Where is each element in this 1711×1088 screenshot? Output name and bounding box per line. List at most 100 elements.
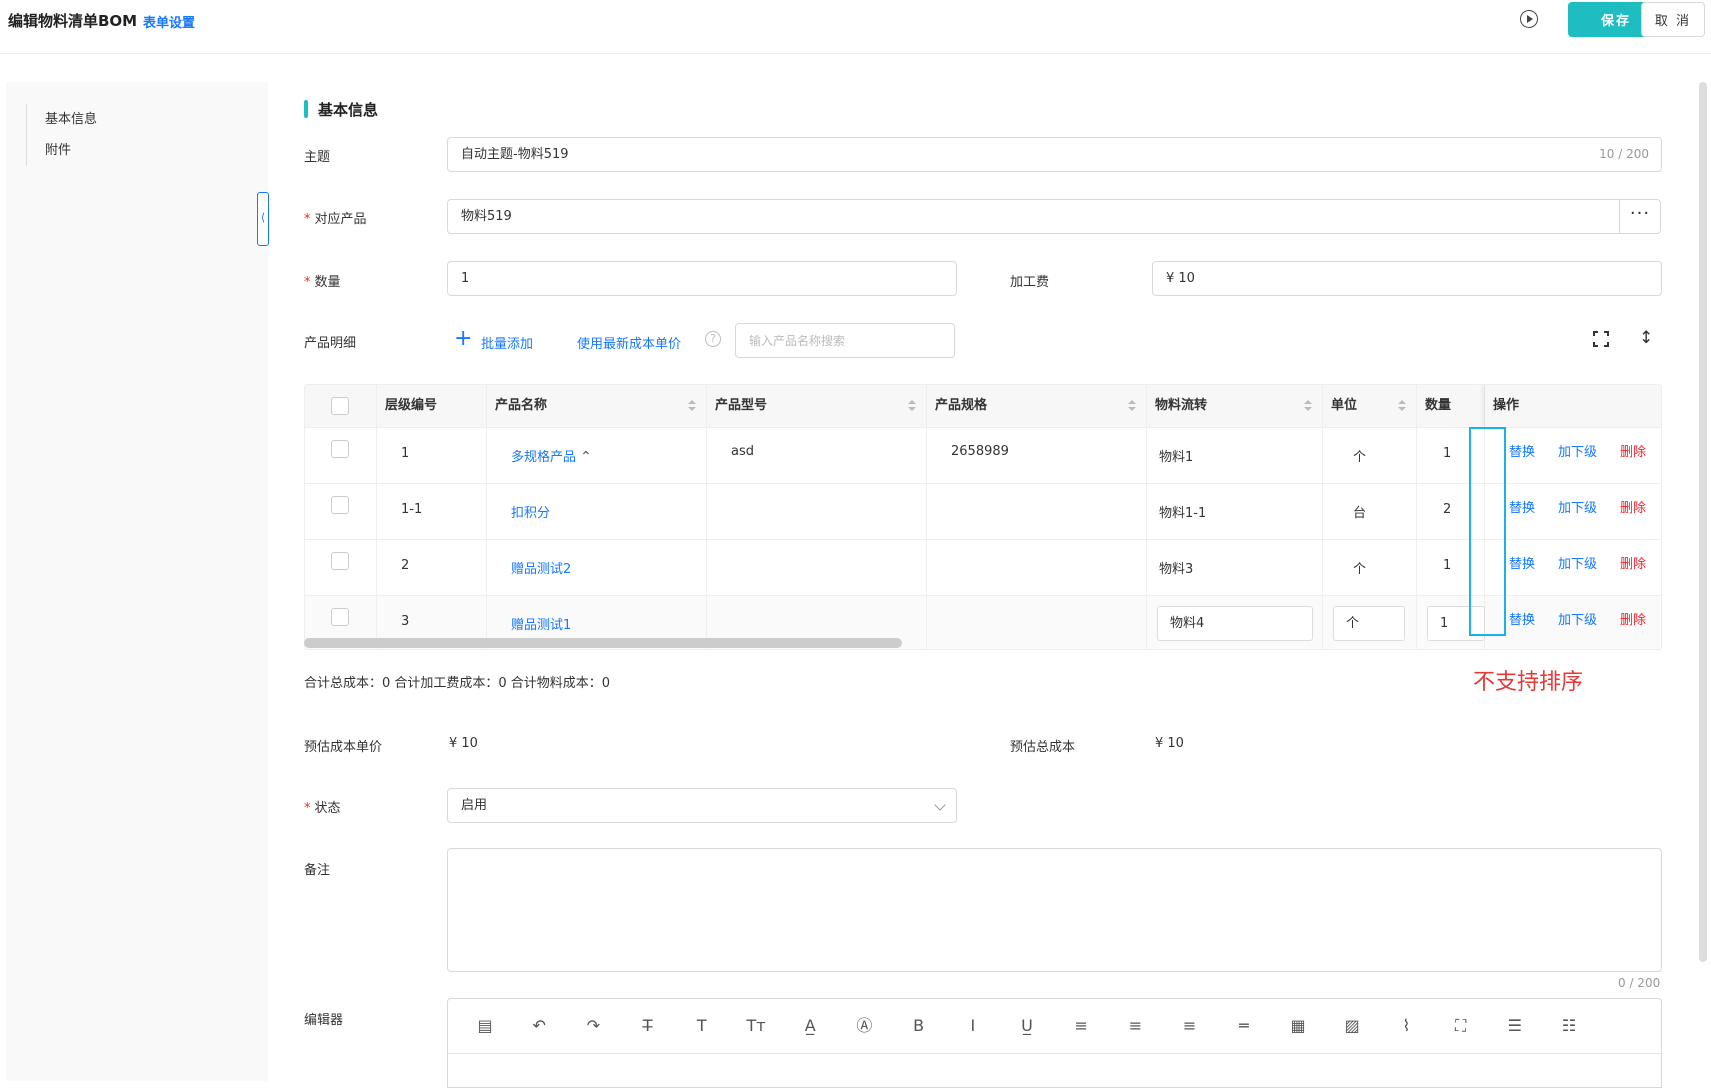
form-settings-link[interactable]: 表单设置	[143, 12, 195, 31]
image-icon[interactable]: ▨	[1341, 1015, 1363, 1037]
delete-link[interactable]: 删除	[1620, 497, 1646, 516]
sort-icon[interactable]	[908, 400, 916, 412]
hr-icon[interactable]: ═	[1233, 1015, 1255, 1037]
add-child-link[interactable]: 加下级	[1558, 497, 1597, 516]
processing-fee-value: ¥ 10	[1166, 271, 1195, 286]
fullscreen-icon[interactable]	[1593, 331, 1609, 347]
delete-link[interactable]: 删除	[1620, 553, 1646, 572]
font-size-icon[interactable]: Tт	[745, 1015, 767, 1037]
header-level[interactable]: 层级编号	[377, 385, 487, 427]
header-unit[interactable]: 单位	[1323, 385, 1417, 427]
redo-icon[interactable]: ↷	[582, 1015, 604, 1037]
double-chevron-up-icon[interactable]: ⌃	[580, 449, 592, 465]
vertical-resize-icon[interactable]: ↕	[1639, 328, 1653, 348]
cell-operations: 替换 加下级 删除	[1485, 540, 1661, 596]
processing-fee-input[interactable]: ¥ 10	[1152, 261, 1662, 296]
subject-input[interactable]: 自动主题-物料519 10 / 200	[447, 137, 1662, 172]
replace-link[interactable]: 替换	[1509, 609, 1535, 628]
status-label: * 状态	[304, 801, 341, 816]
cell-unit: 台	[1323, 484, 1417, 540]
ordered-list-icon[interactable]: ☰	[1504, 1015, 1526, 1037]
rich-text-editor[interactable]: ▤ ↶ ↷ T̶ T Tт A̲ Ⓐ B I U̲ ≡ ≡ ≡ ═ ▦ ▨ ⌇ ⛶ ☰ ☷	[447, 998, 1662, 1088]
unordered-list-icon[interactable]: ☷	[1558, 1015, 1580, 1037]
attachment-icon[interactable]: ⌇	[1395, 1015, 1417, 1037]
align-right-icon[interactable]: ≡	[1179, 1015, 1201, 1037]
more-options-button[interactable]: ···	[1619, 199, 1661, 234]
align-left-icon[interactable]: ≡	[1070, 1015, 1092, 1037]
chevron-down-icon	[934, 799, 946, 811]
bg-color-icon[interactable]: Ⓐ	[853, 1015, 875, 1037]
plus-icon[interactable]: +	[454, 328, 472, 350]
underline-icon[interactable]: U̲	[1016, 1015, 1038, 1037]
unit-input[interactable]: 个	[1333, 606, 1405, 641]
header-material-flow[interactable]: 物料流转	[1147, 385, 1323, 427]
product-input[interactable]: 物料519	[447, 199, 1620, 234]
header-product-model[interactable]: 产品型号	[707, 385, 927, 427]
cell-product-name[interactable]: 多规格产品 ⌃	[487, 428, 707, 484]
table-row: 1 多规格产品 ⌃ asd 2658989 物料1 个 1 替换 加下级 删除	[305, 427, 1661, 484]
totals-summary: 合计总成本：0 合计加工费成本：0 合计物料成本：0	[304, 676, 611, 691]
sort-icon[interactable]	[1398, 400, 1406, 412]
replace-link[interactable]: 替换	[1509, 497, 1535, 516]
vertical-scrollbar[interactable]	[1699, 82, 1707, 962]
row-checkbox[interactable]	[331, 496, 349, 514]
editor-toolbar: ▤ ↶ ↷ T̶ T Tт A̲ Ⓐ B I U̲ ≡ ≡ ≡ ═ ▦ ▨ ⌇ ⛶ ☰ ☷	[448, 999, 1661, 1054]
row-checkbox[interactable]	[331, 440, 349, 458]
align-center-icon[interactable]: ≡	[1124, 1015, 1146, 1037]
delete-link[interactable]: 删除	[1620, 609, 1646, 628]
add-child-link[interactable]: 加下级	[1558, 441, 1597, 460]
header-product-name[interactable]: 产品名称	[487, 385, 707, 427]
italic-icon[interactable]: I	[962, 1015, 984, 1037]
replace-link[interactable]: 替换	[1509, 553, 1535, 572]
material-flow-input[interactable]: 物料4	[1157, 606, 1313, 641]
cell-level: 2	[377, 540, 487, 596]
sort-icon[interactable]	[1304, 400, 1312, 412]
bold-icon[interactable]: B	[908, 1015, 930, 1037]
row-checkbox[interactable]	[331, 552, 349, 570]
cell-level: 1-1	[377, 484, 487, 540]
cell-product-name[interactable]: 扣积分	[487, 484, 707, 540]
product-detail-label: 产品明细	[304, 336, 357, 351]
est-total-cost-label: 预估总成本	[1010, 740, 1076, 755]
strikethrough-icon[interactable]: T̶	[637, 1015, 659, 1037]
annotation-highlight-box	[1469, 427, 1506, 636]
chevron-left-icon[interactable]: ⟨	[257, 192, 269, 246]
table-row: 1-1 扣积分 物料1-1 台 2 替换 加下级 删除	[305, 483, 1661, 540]
remark-textarea[interactable]	[447, 848, 1662, 972]
nav-item-basic-info[interactable]: 基本信息	[45, 104, 97, 135]
template-icon[interactable]: ▤	[474, 1015, 496, 1037]
subject-counter: 10 / 200	[1599, 147, 1649, 161]
cell-product-model	[707, 540, 927, 596]
cancel-button[interactable]: 取 消	[1641, 2, 1705, 37]
quantity-input[interactable]: 1	[447, 261, 957, 296]
text-icon[interactable]: T	[691, 1015, 713, 1037]
use-latest-cost-link[interactable]: 使用最新成本单价	[577, 333, 681, 352]
nav-item-attachments[interactable]: 附件	[45, 135, 97, 166]
horizontal-scrollbar[interactable]	[304, 638, 902, 648]
font-color-icon[interactable]: A̲	[799, 1015, 821, 1037]
cell-unit: 个	[1323, 428, 1417, 484]
select-all-checkbox[interactable]	[331, 397, 349, 415]
add-child-link[interactable]: 加下级	[1558, 553, 1597, 572]
help-icon[interactable]: ?	[705, 331, 721, 347]
header-product-spec[interactable]: 产品规格	[927, 385, 1147, 427]
table-icon[interactable]: ▦	[1287, 1015, 1309, 1037]
play-circle-icon[interactable]	[1520, 10, 1538, 28]
undo-icon[interactable]: ↶	[528, 1015, 550, 1037]
header-operations: 操作	[1485, 385, 1661, 427]
subject-value: 自动主题-物料519	[461, 147, 569, 162]
header-quantity[interactable]: 数量	[1417, 385, 1485, 427]
sort-icon[interactable]	[688, 400, 696, 412]
cell-product-name[interactable]: 赠品测试2	[487, 540, 707, 596]
cell-product-spec: 2658989	[927, 428, 1147, 484]
add-child-link[interactable]: 加下级	[1558, 609, 1597, 628]
fullscreen-icon[interactable]: ⛶	[1450, 1015, 1472, 1037]
product-search-input[interactable]	[735, 323, 955, 358]
replace-link[interactable]: 替换	[1509, 441, 1535, 460]
batch-add-link[interactable]: 批量添加	[481, 333, 533, 352]
quantity-value: 1	[461, 271, 470, 286]
sort-icon[interactable]	[1128, 400, 1136, 412]
row-checkbox[interactable]	[331, 608, 349, 626]
status-select[interactable]: 启用	[447, 788, 957, 823]
delete-link[interactable]: 删除	[1620, 441, 1646, 460]
